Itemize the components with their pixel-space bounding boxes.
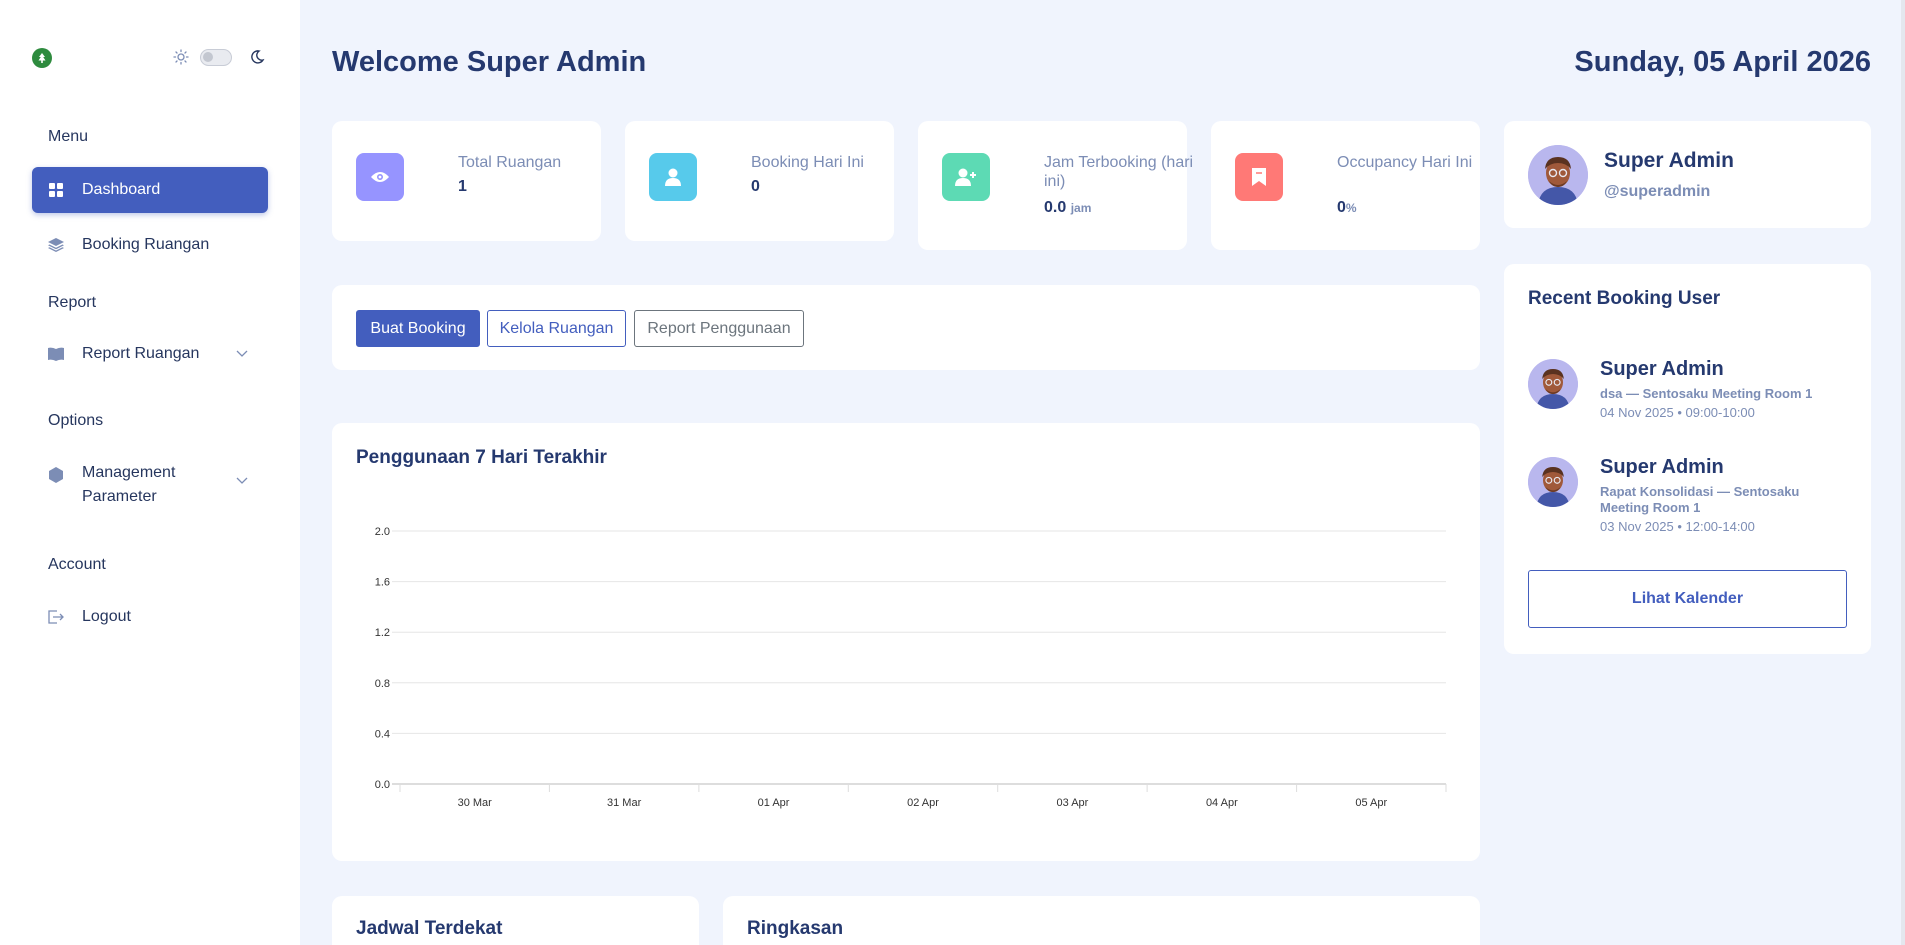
x-tick-label: 30 Mar bbox=[458, 797, 493, 809]
kelola-ruangan-button[interactable]: Kelola Ruangan bbox=[487, 310, 626, 347]
recent-booking-name: Super Admin bbox=[1600, 358, 1724, 380]
theme-switcher bbox=[172, 48, 266, 66]
recent-booking-title: Recent Booking User bbox=[1528, 288, 1721, 309]
ringkasan-title: Ringkasan bbox=[747, 918, 844, 939]
sidebar-item-label: Dashboard bbox=[82, 181, 161, 198]
stat-number: 0 bbox=[1337, 199, 1346, 216]
section-label-menu: Menu bbox=[48, 128, 89, 145]
recent-booking-time: 03 Nov 2025 • 12:00-14:00 bbox=[1600, 519, 1755, 534]
hexagon-icon bbox=[48, 467, 64, 483]
stat-card-booking-hari-ini: Booking Hari Ini 0 bbox=[625, 121, 894, 241]
stack-icon bbox=[48, 237, 64, 253]
stat-label: Total Ruangan bbox=[458, 154, 562, 171]
stat-card-total-ruangan: Total Ruangan 1 bbox=[332, 121, 601, 241]
x-tick-label: 04 Apr bbox=[1206, 797, 1238, 809]
sidebar: Menu Dashboard Booking Ruangan Report Re… bbox=[0, 0, 300, 945]
moon-icon bbox=[248, 48, 266, 66]
sidebar-item-report-ruangan[interactable]: Report Ruangan bbox=[32, 331, 268, 377]
theme-toggle[interactable] bbox=[200, 48, 232, 66]
recent-booking-desc: dsa — Sentosaku Meeting Room 1 bbox=[1600, 386, 1813, 401]
stat-value: 0 bbox=[751, 178, 760, 196]
sun-icon bbox=[172, 48, 190, 66]
chevron-down-icon bbox=[236, 477, 248, 484]
sidebar-item-label-line2: Parameter bbox=[82, 488, 157, 505]
stat-card-jam-terbooking: Jam Terbooking (hari ini) 0.0 jam bbox=[918, 121, 1193, 250]
stat-value: 0.0 jam bbox=[1044, 199, 1091, 217]
page-scrollbar[interactable] bbox=[1901, 0, 1905, 945]
logout-icon bbox=[48, 609, 64, 625]
avatar[interactable] bbox=[1528, 145, 1588, 205]
stat-number: 0.0 bbox=[1044, 199, 1067, 216]
section-label-report: Report bbox=[48, 294, 97, 311]
sidebar-item-label: Report Ruangan bbox=[82, 345, 200, 362]
y-tick-label: 0.0 bbox=[375, 779, 390, 791]
stat-value: 0% bbox=[1337, 199, 1357, 217]
y-tick-label: 1.2 bbox=[375, 627, 390, 639]
eye-icon bbox=[356, 153, 404, 201]
current-date: Sunday, 05 April 2026 bbox=[1574, 46, 1871, 78]
stat-unit: % bbox=[1345, 201, 1357, 215]
ringkasan-card: Ringkasan bbox=[723, 896, 1480, 945]
grid-icon bbox=[48, 182, 64, 198]
toggle-knob bbox=[203, 51, 213, 62]
book-icon bbox=[48, 346, 64, 362]
usage-chart: 2.0 1.6 1.2 0.8 0.4 0.0 30 Mar 31 Mar 01 Apr 02 A… bbox=[375, 526, 1447, 809]
y-tick-label: 2.0 bbox=[375, 526, 390, 538]
recent-booking-desc: Rapat Konsolidasi — Sentosaku Meeting Ro… bbox=[1600, 484, 1800, 515]
section-label-options: Options bbox=[48, 412, 104, 429]
recent-booking-card: Recent Booking User Super Admin dsa — Se… bbox=[1504, 264, 1871, 654]
x-tick-label: 01 Apr bbox=[758, 797, 790, 809]
x-tick-label: 02 Apr bbox=[907, 797, 939, 809]
page-title: Welcome Super Admin bbox=[332, 46, 647, 78]
section-label-account: Account bbox=[48, 556, 106, 573]
buat-booking-button[interactable]: Buat Booking bbox=[356, 310, 480, 347]
usage-chart-card: Penggunaan 7 Hari Terakhir 2.0 1.6 1.2 0.8 0… bbox=[332, 423, 1480, 861]
sidebar-item-label: Logout bbox=[82, 608, 131, 625]
stat-label: Jam Terbooking (hari ini) bbox=[1044, 154, 1194, 190]
x-tick-label: 03 Apr bbox=[1057, 797, 1089, 809]
sidebar-item-management-parameter[interactable]: Management Parameter bbox=[32, 455, 268, 511]
profile-name: Super Admin bbox=[1604, 149, 1734, 172]
jadwal-terdekat-card: Jadwal Terdekat bbox=[332, 896, 699, 945]
recent-booking-time: 04 Nov 2025 • 09:00-10:00 bbox=[1600, 405, 1755, 420]
lihat-kalender-button[interactable]: Lihat Kalender bbox=[1528, 570, 1847, 628]
y-tick-label: 0.4 bbox=[375, 728, 390, 740]
user-plus-icon bbox=[942, 153, 990, 201]
stat-card-occupancy: Occupancy Hari Ini 0% bbox=[1211, 121, 1480, 250]
quick-actions-card: Buat Booking Kelola Ruangan Report Pengg… bbox=[332, 285, 1480, 370]
y-tick-label: 1.6 bbox=[375, 577, 390, 589]
sidebar-item-logout[interactable]: Logout bbox=[32, 594, 268, 640]
bookmark-icon bbox=[1235, 153, 1283, 201]
chevron-down-icon bbox=[236, 350, 248, 357]
profile-username: @superadmin bbox=[1604, 183, 1711, 200]
x-tick-label: 31 Mar bbox=[607, 797, 642, 809]
sidebar-item-booking-ruangan[interactable]: Booking Ruangan bbox=[32, 222, 268, 268]
stat-number: 0 bbox=[751, 178, 760, 195]
stat-value: 1 bbox=[458, 178, 467, 196]
stat-label: Booking Hari Ini bbox=[751, 154, 864, 171]
avatar bbox=[1528, 359, 1578, 409]
recent-booking-name: Super Admin bbox=[1600, 456, 1724, 478]
x-tick-label: 05 Apr bbox=[1355, 797, 1387, 809]
y-tick-label: 0.8 bbox=[375, 678, 390, 690]
avatar bbox=[1528, 457, 1578, 507]
stat-label: Occupancy Hari Ini bbox=[1337, 154, 1473, 171]
stat-unit: jam bbox=[1070, 201, 1092, 215]
report-penggunaan-button[interactable]: Report Penggunaan bbox=[634, 310, 804, 347]
profile-card: Super Admin @superadmin bbox=[1504, 121, 1871, 228]
sidebar-item-dashboard[interactable]: Dashboard bbox=[32, 167, 268, 213]
jadwal-terdekat-title: Jadwal Terdekat bbox=[356, 918, 503, 939]
sidebar-item-label-line1: Management bbox=[82, 464, 176, 481]
sidebar-item-label: Booking Ruangan bbox=[82, 236, 210, 253]
sidebar-item-label: Management Parameter bbox=[82, 461, 175, 509]
user-icon bbox=[649, 153, 697, 201]
stat-number: 1 bbox=[458, 178, 467, 195]
logo-icon[interactable] bbox=[32, 48, 52, 68]
